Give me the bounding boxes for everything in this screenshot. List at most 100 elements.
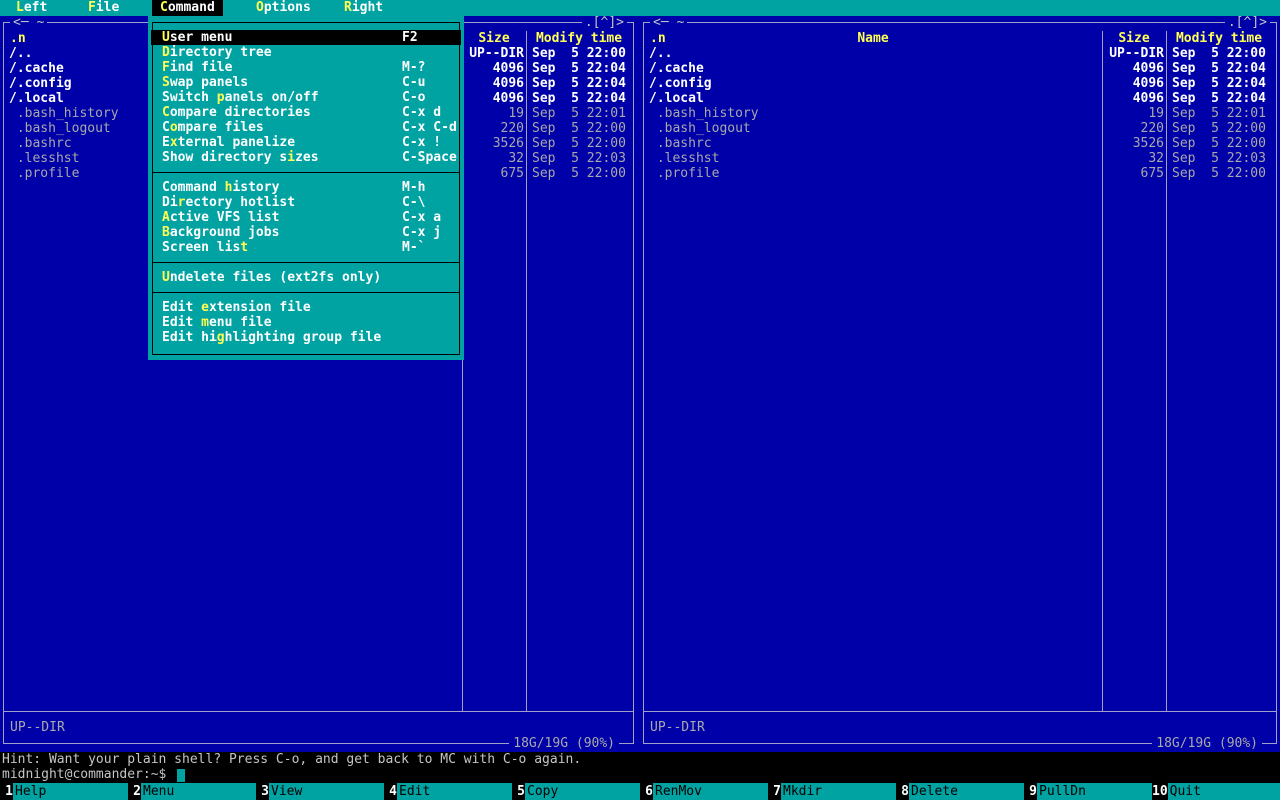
menu-item-active-vfs-list[interactable]: Active VFS list C-x a <box>151 210 461 225</box>
menu-item-shortcut: M-` <box>402 240 426 255</box>
file-name: .bash_logout <box>9 121 111 136</box>
file-row[interactable]: .bash_logout 220 Sep 5 22:00 <box>645 121 1275 136</box>
file-name: .bashrc <box>649 136 712 151</box>
menu-item-label: User menu <box>162 30 233 45</box>
menu-item-edit-extension-file[interactable]: Edit extension file <box>151 300 461 315</box>
menubar-item-file[interactable]: File <box>80 0 127 16</box>
file-row[interactable]: .bashrc 3526 Sep 5 22:00 <box>645 136 1275 151</box>
menu-item-label: Directory hotlist <box>162 195 296 210</box>
file-row[interactable]: /.cache 4096 Sep 5 22:04 <box>645 61 1275 76</box>
menu-item-background-jobs[interactable]: Background jobs C-x j <box>151 225 461 240</box>
function-key-label: Mkdir <box>781 783 896 800</box>
panel-path: ~ <box>676 15 685 30</box>
file-row[interactable]: .profile 675 Sep 5 22:00 <box>645 166 1275 181</box>
menu-separator <box>152 255 460 270</box>
menu-item-show-directory-sizes[interactable]: Show directory sizes C-Space <box>151 150 461 165</box>
function-key-number: 1 <box>5 784 13 799</box>
history-back-icon[interactable]: <─ <box>653 15 669 30</box>
menu-item-screen-list[interactable]: Screen list M-` <box>151 240 461 255</box>
menu-item-compare-directories[interactable]: Compare directories C-x d <box>151 105 461 120</box>
menu-item-label: Compare files <box>162 120 264 135</box>
panel-nav-icons[interactable]: .[^]> <box>581 15 627 30</box>
menu-item-label: Compare directories <box>162 105 311 120</box>
file-mtime: Sep 5 22:00 <box>1172 136 1266 151</box>
menu-separator <box>152 165 460 180</box>
menu-item-label: Active VFS list <box>162 210 280 225</box>
function-key-label: RenMov <box>653 783 768 800</box>
menu-item-switch-panels-on-off[interactable]: Switch panels on/off C-o <box>151 90 461 105</box>
menu-item-directory-hotlist[interactable]: Directory hotlist C-\ <box>151 195 461 210</box>
shell-prompt[interactable]: midnight@commander:~$ <box>2 767 166 782</box>
file-row[interactable]: .bash_history 19 Sep 5 22:01 <box>645 106 1275 121</box>
menu-item-user-menu[interactable]: User menu F2 <box>151 30 461 45</box>
hint-line: Hint: Want your plain shell? Press C-o, … <box>2 752 582 767</box>
function-key-help[interactable]: 1 Help <box>0 783 128 800</box>
menu-item-compare-files[interactable]: Compare files C-x C-d <box>151 120 461 135</box>
menu-item-label: Switch panels on/off <box>162 90 319 105</box>
panel-path-bar[interactable]: <─ ~ <box>650 15 688 30</box>
history-back-icon[interactable]: <─ <box>13 15 29 30</box>
file-name: /.local <box>9 91 64 106</box>
function-key-pulldn[interactable]: 9 PullDn <box>1024 783 1152 800</box>
column-header-mtime[interactable]: Modify time <box>1167 31 1271 46</box>
menu-item-command-history[interactable]: Command history M-h <box>151 180 461 195</box>
file-mtime: Sep 5 22:00 <box>532 121 626 136</box>
function-key-number: 2 <box>133 784 141 799</box>
menubar-item-command[interactable]: Command <box>152 0 223 16</box>
menubar-item-left[interactable]: Left <box>8 0 55 16</box>
function-key-delete[interactable]: 8 Delete <box>896 783 1024 800</box>
file-size: 675 <box>500 166 524 181</box>
column-header-size[interactable]: Size <box>463 31 525 46</box>
function-key-copy[interactable]: 5 Copy <box>512 783 640 800</box>
menubar-item-options[interactable]: Options <box>248 0 319 16</box>
column-header-mtime[interactable]: Modify time <box>527 31 631 46</box>
panel-nav-icons[interactable]: .[^]> <box>1224 15 1270 30</box>
function-key-renmov[interactable]: 6 RenMov <box>640 783 768 800</box>
panel-path-bar[interactable]: <─ ~ <box>10 15 48 30</box>
menu-item-label: Directory tree <box>162 45 272 60</box>
file-size: 32 <box>508 151 524 166</box>
menu-item-undelete-files-ext2fs-only[interactable]: Undelete files (ext2fs only) <box>151 270 461 285</box>
menu-item-edit-highlighting-group-file[interactable]: Edit highlighting group file <box>151 330 461 345</box>
menu-item-label: Edit extension file <box>162 300 311 315</box>
menu-item-find-file[interactable]: Find file M-? <box>151 60 461 75</box>
column-header-size[interactable]: Size <box>1103 31 1165 46</box>
file-row[interactable]: .lesshst 32 Sep 5 22:03 <box>645 151 1275 166</box>
menu-item-external-panelize[interactable]: External panelize C-x ! <box>151 135 461 150</box>
menu-item-swap-panels[interactable]: Swap panels C-u <box>151 75 461 90</box>
menu-separator <box>152 285 460 300</box>
terminal-cursor <box>177 769 185 782</box>
file-mtime: Sep 5 22:01 <box>532 106 626 121</box>
file-size: 675 <box>1140 166 1164 181</box>
menu-item-shortcut: F2 <box>402 30 418 45</box>
free-space-indicator: 18G/19G (90%) <box>1152 736 1262 751</box>
function-key-number: 4 <box>389 784 397 799</box>
function-key-quit[interactable]: 10 Quit <box>1152 783 1280 800</box>
menu-item-label: Show directory sizes <box>162 150 319 165</box>
function-key-mkdir[interactable]: 7 Mkdir <box>768 783 896 800</box>
function-key-view[interactable]: 3 View <box>256 783 384 800</box>
file-name: .bashrc <box>9 136 72 151</box>
menu-item-label: Find file <box>162 60 233 75</box>
menubar: Left File Command Options Right <box>0 0 1280 16</box>
file-size: 4096 <box>1132 61 1164 76</box>
file-size: UP--DIR <box>1109 46 1164 61</box>
file-name: /.. <box>9 46 33 61</box>
menu-item-edit-menu-file[interactable]: Edit menu file <box>151 315 461 330</box>
file-row[interactable]: /.config 4096 Sep 5 22:04 <box>645 76 1275 91</box>
file-size: 19 <box>1148 106 1164 121</box>
column-header-name[interactable]: Name <box>644 31 1102 46</box>
menubar-item-right[interactable]: Right <box>336 0 391 16</box>
file-mtime: Sep 5 22:00 <box>532 166 626 181</box>
file-row[interactable]: /.. UP--DIR Sep 5 22:00 <box>645 46 1275 61</box>
file-mtime: Sep 5 22:04 <box>1172 61 1266 76</box>
function-key-menu[interactable]: 2 Menu <box>128 783 256 800</box>
file-row[interactable]: /.local 4096 Sep 5 22:04 <box>645 91 1275 106</box>
file-mtime: Sep 5 22:04 <box>1172 76 1266 91</box>
menu-item-label: Background jobs <box>162 225 280 240</box>
function-key-number: 7 <box>773 784 781 799</box>
file-mtime: Sep 5 22:00 <box>532 46 626 61</box>
file-mtime: Sep 5 22:04 <box>532 76 626 91</box>
menu-item-directory-tree[interactable]: Directory tree <box>151 45 461 60</box>
function-key-edit[interactable]: 4 Edit <box>384 783 512 800</box>
